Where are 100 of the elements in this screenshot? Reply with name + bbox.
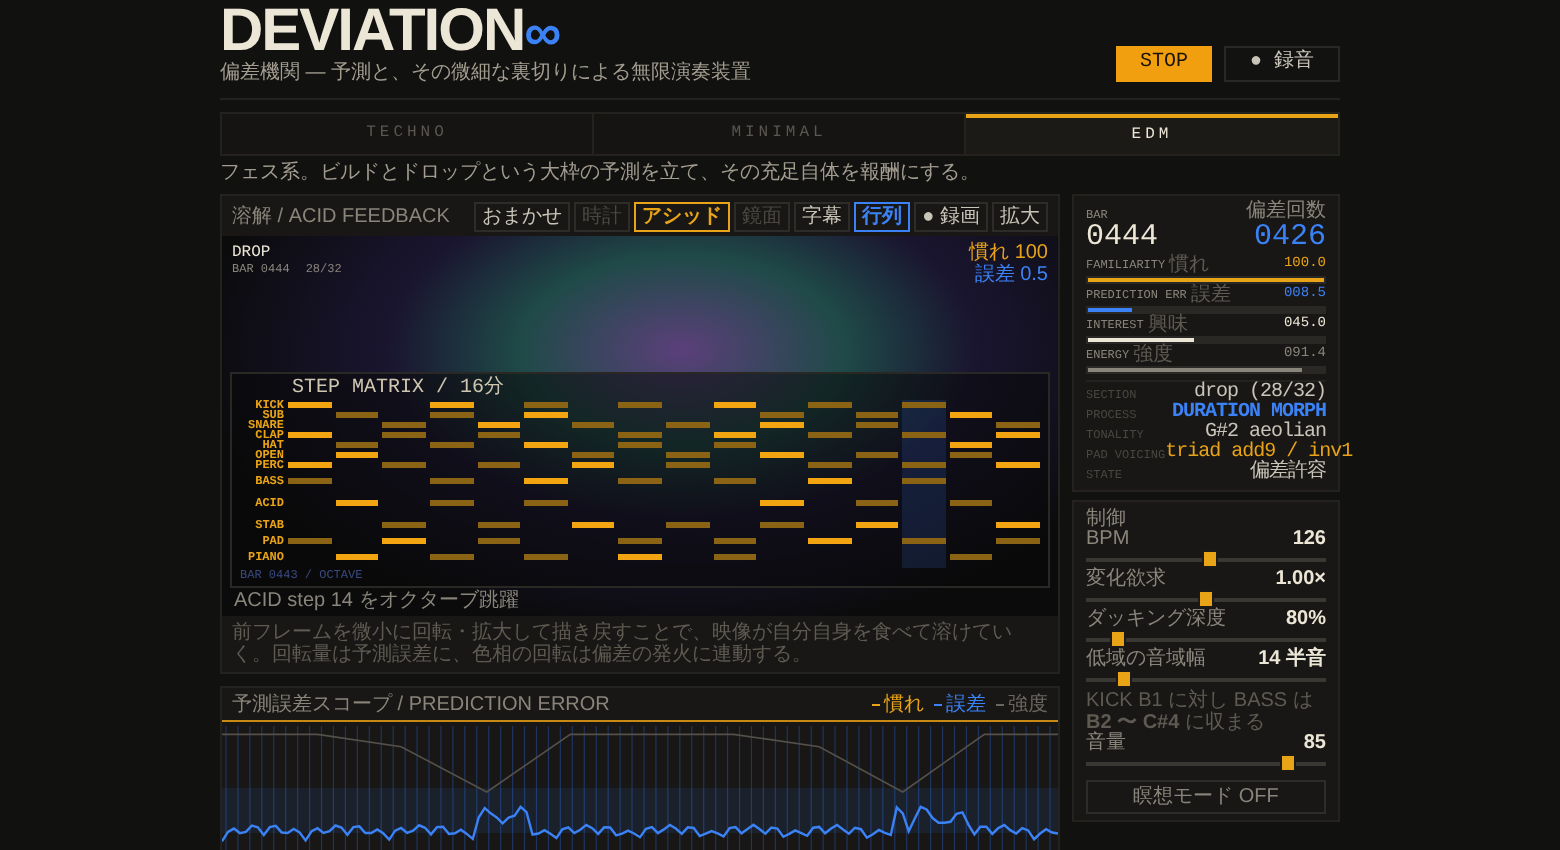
step-note bbox=[713, 442, 757, 448]
panel-title: 溶解 / ACID FEEDBACK bbox=[232, 205, 450, 227]
step-note bbox=[335, 554, 379, 560]
step-note bbox=[618, 442, 662, 448]
step-note bbox=[760, 522, 804, 528]
slider-label: 変化欲求 bbox=[1086, 570, 1166, 590]
meditation-mode-button[interactable]: 瞑想モード OFF bbox=[1086, 780, 1326, 814]
step-note bbox=[713, 554, 757, 560]
bar-number: 0444 bbox=[1086, 222, 1159, 254]
slider-value: 85 bbox=[1303, 734, 1326, 754]
slider-thumb[interactable] bbox=[1202, 550, 1219, 568]
step-note bbox=[335, 500, 379, 506]
step-note bbox=[949, 412, 993, 418]
step-note bbox=[760, 500, 804, 506]
step-note bbox=[996, 538, 1040, 544]
legend-label: 慣れ bbox=[884, 693, 924, 715]
step-note bbox=[429, 412, 473, 418]
step-note bbox=[477, 462, 521, 468]
slider-thumb[interactable] bbox=[1116, 670, 1133, 688]
step-note bbox=[288, 402, 332, 408]
step-note bbox=[949, 500, 993, 506]
genre-tab[interactable]: EDM bbox=[966, 114, 1338, 154]
visual-mode-button[interactable]: アシッド bbox=[634, 201, 731, 231]
record-button[interactable]: ● 録音 bbox=[1223, 46, 1340, 82]
slider-value: 80% bbox=[1285, 610, 1326, 630]
step-note bbox=[288, 538, 332, 544]
step-note bbox=[855, 522, 899, 528]
step-note bbox=[382, 432, 426, 438]
step-note bbox=[666, 462, 710, 468]
step-note bbox=[760, 422, 804, 428]
step-note bbox=[618, 402, 662, 408]
meter-sublabel: 強度 bbox=[1133, 346, 1174, 364]
slider-thumb[interactable] bbox=[1279, 754, 1296, 772]
info-value: G#2 aeolian bbox=[1204, 424, 1326, 444]
step-note bbox=[382, 462, 426, 468]
step-note bbox=[429, 500, 473, 506]
step-note bbox=[477, 432, 521, 438]
meter-sublabel: 慣れ bbox=[1169, 256, 1210, 274]
app-subtitle: 偏差機関 — 予測と、その微細な裏切りによる無限演奏装置 bbox=[220, 62, 752, 86]
slider-thumb[interactable] bbox=[1198, 590, 1214, 608]
step-note bbox=[429, 442, 473, 448]
app-title: DEVIATION bbox=[220, 4, 525, 58]
step-note bbox=[288, 462, 332, 468]
info-value: DURATION MORPH bbox=[1171, 404, 1326, 424]
step-note bbox=[524, 412, 568, 418]
step-note bbox=[618, 432, 662, 438]
matrix-title: STEP MATRIX / 16分 bbox=[290, 378, 507, 400]
infinity-mark: ∞ bbox=[524, 6, 562, 58]
visual-caption: 前フレームを微小に回転・拡大して描き戻すことで、映像が自分自身を食べて溶けていく。回転量は予測誤差に、色相の回転は偏差の発火に連動する。 bbox=[230, 619, 1014, 670]
visual-mode-button[interactable]: 行列 bbox=[854, 201, 911, 231]
visual-mode-button[interactable]: おまかせ bbox=[474, 201, 571, 231]
step-note bbox=[288, 478, 332, 484]
step-note bbox=[807, 432, 851, 438]
visual-mode-button[interactable]: 字幕 bbox=[794, 201, 851, 231]
step-note bbox=[855, 500, 899, 506]
step-note bbox=[571, 522, 615, 528]
visual-mode-button[interactable]: ● 録画 bbox=[914, 201, 988, 231]
slider-thumb[interactable] bbox=[1109, 630, 1126, 648]
step-note bbox=[524, 554, 568, 560]
step-note bbox=[335, 442, 379, 448]
slider-label: 音量 bbox=[1086, 734, 1126, 754]
legend-label: 強度 bbox=[1008, 693, 1048, 715]
step-note bbox=[996, 422, 1040, 428]
meter-sublabel: 誤差 bbox=[1190, 286, 1231, 304]
step-note bbox=[996, 432, 1040, 438]
stop-button[interactable]: STOP bbox=[1115, 46, 1212, 82]
slider-value: 14 半音 bbox=[1258, 650, 1326, 670]
genre-description: フェス系。ビルドとドロップという大枠の予測を立て、その充足自体を報酬にする。 bbox=[220, 162, 982, 186]
step-note bbox=[713, 402, 757, 408]
step-note bbox=[855, 422, 899, 428]
step-note bbox=[477, 522, 521, 528]
step-note bbox=[382, 538, 426, 544]
step-note bbox=[807, 478, 851, 484]
step-note bbox=[760, 452, 804, 458]
step-note bbox=[713, 538, 757, 544]
meter-sublabel: 興味 bbox=[1147, 316, 1188, 334]
step-note bbox=[477, 538, 521, 544]
step-note bbox=[288, 432, 332, 438]
visual-mode-button[interactable]: 拡大 bbox=[992, 201, 1048, 231]
step-note bbox=[571, 462, 615, 468]
step-note bbox=[996, 522, 1040, 528]
step-note bbox=[713, 478, 757, 484]
step-note bbox=[429, 478, 473, 484]
step-note bbox=[807, 462, 851, 468]
step-note bbox=[382, 522, 426, 528]
range-note: KICK B1 に対し BASS は B2 〜 C#4 に収まる bbox=[1086, 690, 1315, 734]
event-text: ACID step 14 をオクターブ跳躍 bbox=[232, 588, 521, 612]
info-value: drop (28/32) bbox=[1193, 384, 1326, 404]
info-value: 偏差許容 bbox=[1250, 464, 1326, 484]
step-note bbox=[666, 422, 710, 428]
slider-value: 1.00× bbox=[1275, 570, 1326, 590]
step-note bbox=[949, 452, 993, 458]
deviation-count: 0426 bbox=[1253, 222, 1326, 254]
controls-title: 制御 bbox=[1086, 508, 1128, 530]
step-note bbox=[902, 478, 946, 484]
step-note bbox=[524, 402, 568, 408]
step-note bbox=[524, 478, 568, 484]
deviation-caption: 偏差回数 bbox=[1246, 202, 1326, 222]
step-note bbox=[335, 452, 379, 458]
step-note bbox=[618, 554, 662, 560]
